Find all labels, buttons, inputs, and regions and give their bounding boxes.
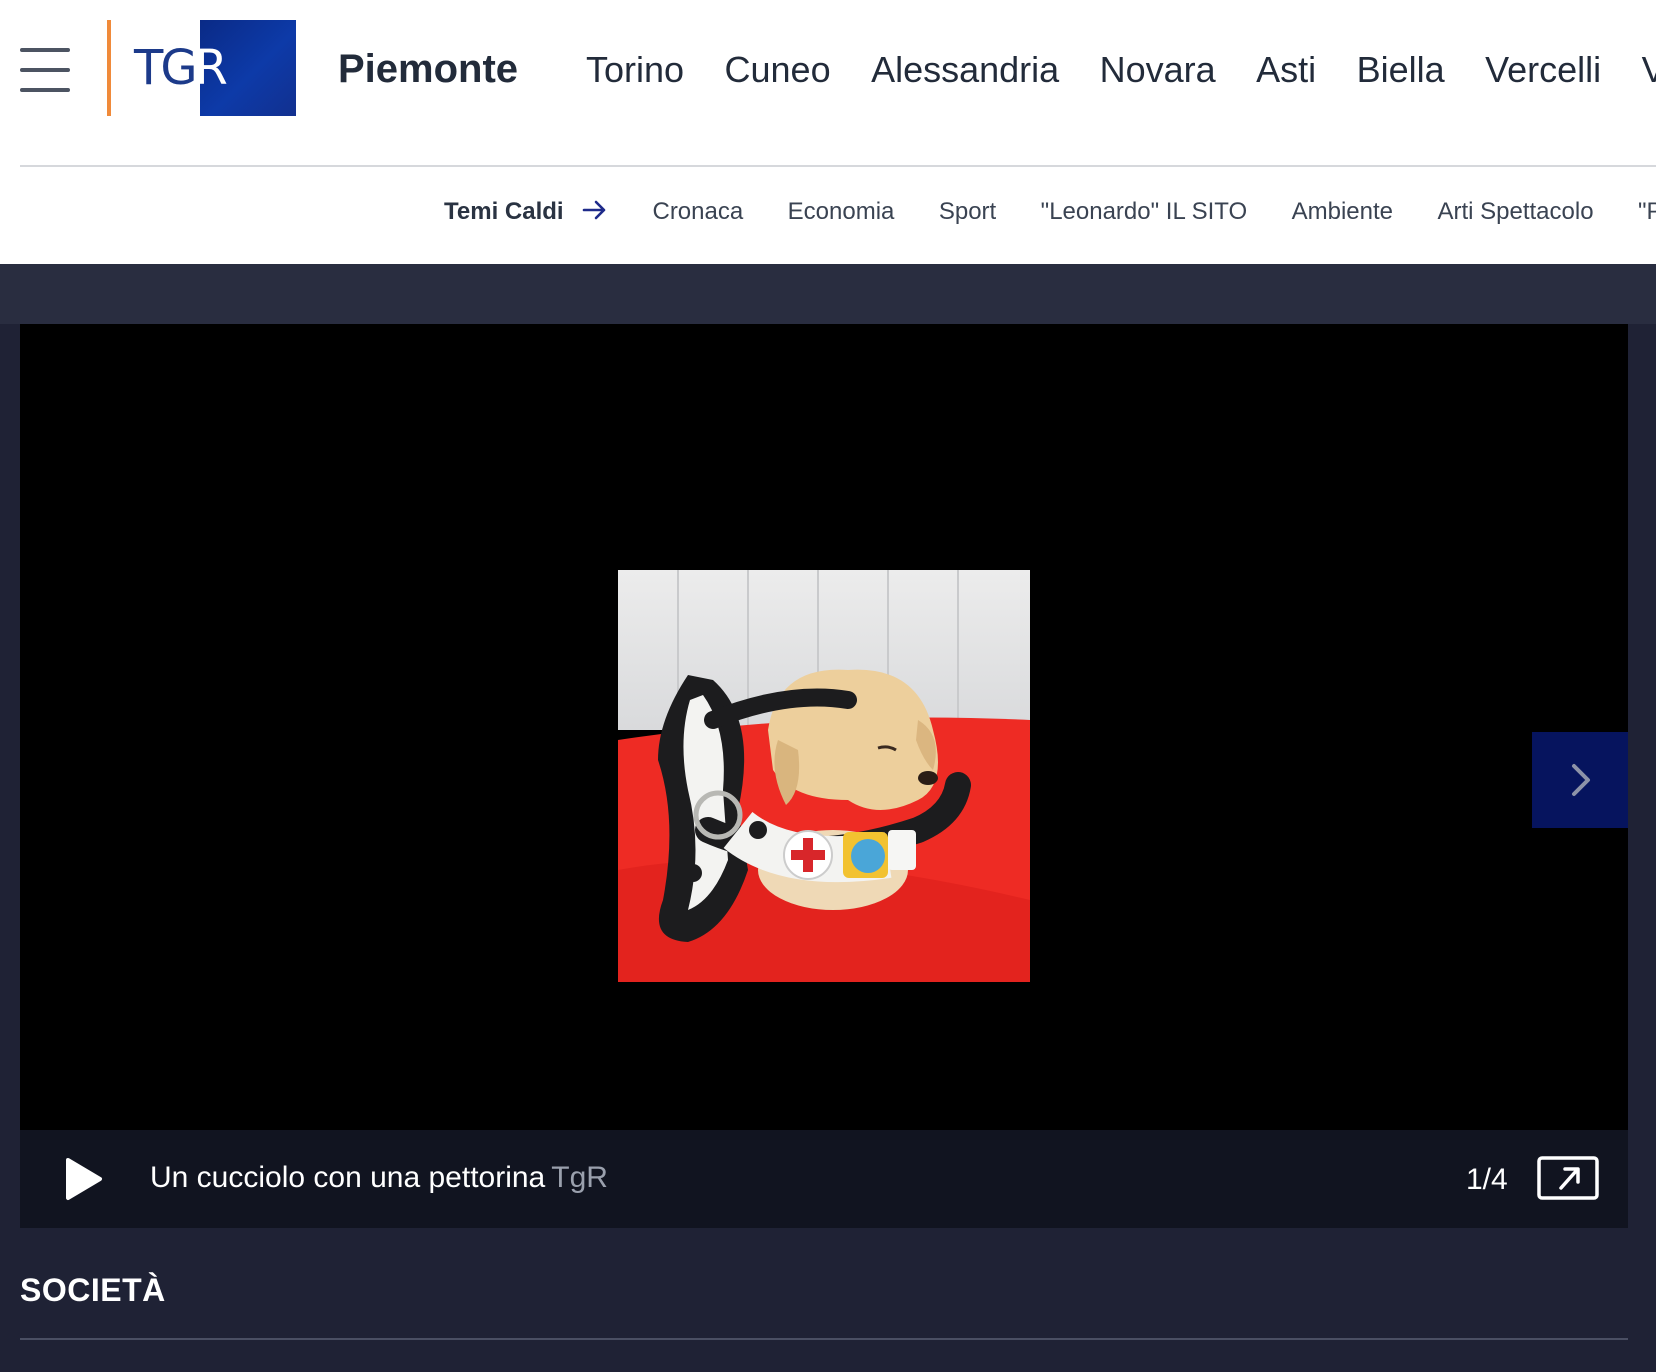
- topic-link-arti-spettacolo[interactable]: Arti Spettacolo: [1437, 198, 1593, 226]
- topic-link-sport[interactable]: Sport: [939, 198, 996, 226]
- city-link-torino[interactable]: Torino: [586, 48, 684, 92]
- expand-icon[interactable]: [1537, 1156, 1599, 1200]
- city-link-biella[interactable]: Biella: [1357, 48, 1445, 92]
- section-divider: [20, 1338, 1628, 1340]
- caption-source: TgR: [551, 1161, 608, 1194]
- puppy-harness-image: [618, 570, 1030, 982]
- city-link-cuneo[interactable]: Cuneo: [725, 48, 831, 92]
- hot-topics-label[interactable]: Temi Caldi: [444, 198, 564, 226]
- city-link-asti[interactable]: Asti: [1256, 48, 1316, 92]
- header-divider: [20, 165, 1656, 167]
- city-nav: Torino Cuneo Alessandria Novara Asti Bie…: [586, 48, 1656, 92]
- city-link-vercelli[interactable]: Vercelli: [1485, 48, 1601, 92]
- city-link-alessandria[interactable]: Alessandria: [871, 48, 1059, 92]
- gallery-photo[interactable]: [618, 570, 1030, 982]
- image-caption: Un cucciolo con una pettorina TgR: [150, 1158, 608, 1198]
- city-link-novara[interactable]: Novara: [1100, 48, 1216, 92]
- dark-band: [0, 264, 1656, 324]
- topic-link-cronaca[interactable]: Cronaca: [652, 198, 743, 226]
- caption-text: Un cucciolo con una pettorina: [150, 1161, 546, 1194]
- tgr-logo[interactable]: TGR: [126, 20, 296, 116]
- gallery-caption-bar: Un cucciolo con una pettorina TgR 1/4: [20, 1130, 1628, 1228]
- logo-accent-bar: [107, 20, 111, 116]
- topic-link-economia[interactable]: Economia: [788, 198, 895, 226]
- play-icon[interactable]: [64, 1156, 104, 1202]
- logo-text: TGR: [134, 40, 228, 96]
- arrow-right-icon[interactable]: [582, 198, 608, 222]
- site-header: TGR Piemonte Torino Cuneo Alessandria No…: [0, 0, 1656, 264]
- city-link-vco[interactable]: VCO: [1642, 48, 1656, 92]
- topic-link-pet[interactable]: "Pet: [1638, 198, 1656, 226]
- region-title[interactable]: Piemonte: [338, 44, 518, 94]
- chevron-right-icon: [1572, 764, 1590, 796]
- topic-link-leonardo[interactable]: "Leonardo" IL SITO: [1041, 198, 1248, 226]
- topics-nav: Temi Caldi Cronaca Economia Sport "Leona…: [444, 198, 1656, 226]
- section-title[interactable]: SOCIETÀ: [20, 1272, 166, 1309]
- image-counter: 1/4: [1466, 1163, 1508, 1196]
- menu-icon[interactable]: [20, 48, 72, 92]
- next-image-button[interactable]: [1532, 732, 1628, 828]
- topic-link-ambiente[interactable]: Ambiente: [1292, 198, 1393, 226]
